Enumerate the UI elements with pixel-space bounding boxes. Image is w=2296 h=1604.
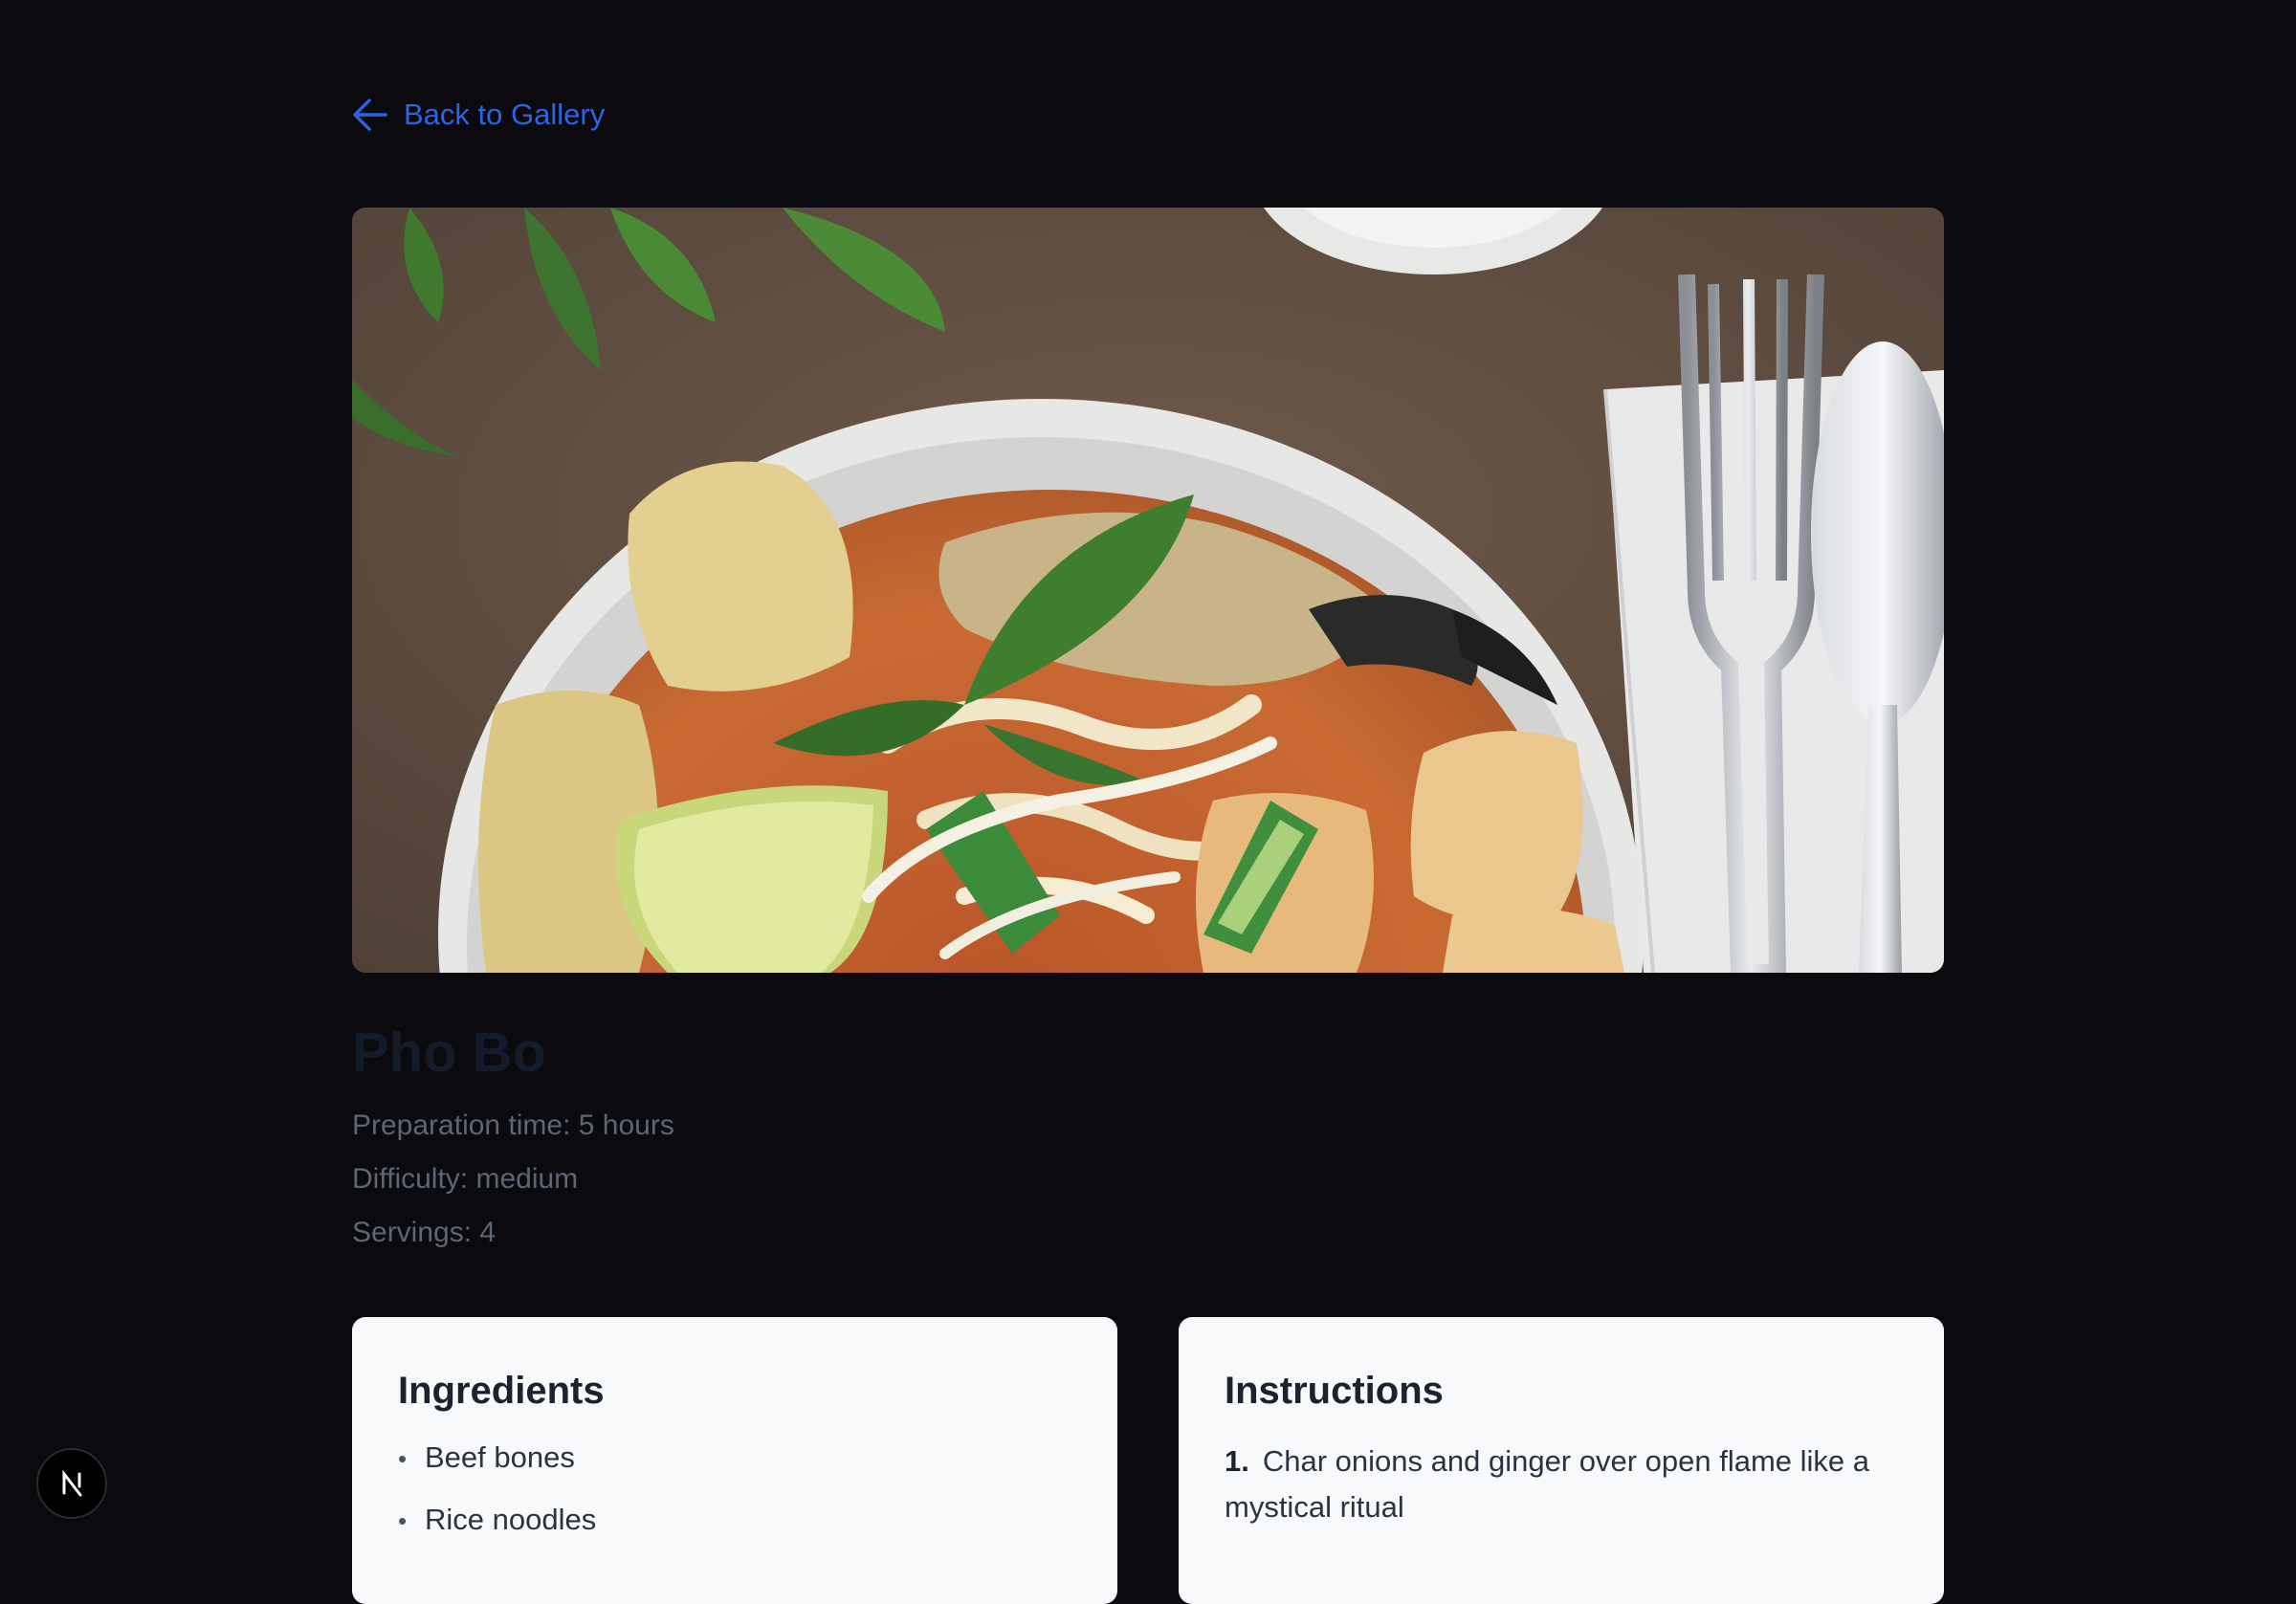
list-item: • Rice noodles (398, 1501, 1071, 1540)
nextjs-devtools-button[interactable] (36, 1448, 107, 1519)
list-item: • Beef bones (398, 1439, 1071, 1478)
servings: Servings: 4 (352, 1217, 497, 1248)
difficulty: Difficulty: medium (352, 1163, 579, 1195)
nextjs-logo-icon (55, 1467, 88, 1500)
back-link-label: Back to Gallery (404, 98, 606, 131)
instruction-step: 1. Char onions and ginger over open flame… (1225, 1439, 1898, 1530)
instructions-card: Instructions 1. Char onions and ginger ov… (1179, 1317, 1944, 1604)
arrow-left-icon (352, 98, 388, 132)
bullet-icon: • (398, 1506, 408, 1535)
ingredients-list: • Beef bones • Rice noodles (398, 1439, 1071, 1540)
step-text: Char onions and ginger over open flame l… (1225, 1444, 1870, 1524)
step-number: 1. (1225, 1444, 1249, 1478)
bullet-icon: • (398, 1444, 408, 1473)
recipe-hero-image (352, 208, 1944, 973)
instructions-heading: Instructions (1225, 1370, 1444, 1412)
ingredient-label: Beef bones (425, 1440, 575, 1474)
preparation-time: Preparation time: 5 hours (352, 1110, 674, 1141)
ingredients-card: Ingredients • Beef bones • Rice noodles (352, 1317, 1117, 1604)
recipe-title: Pho Bo (352, 1022, 546, 1084)
ingredients-heading: Ingredients (398, 1370, 605, 1412)
back-to-gallery-link[interactable]: Back to Gallery (352, 94, 605, 136)
ingredient-label: Rice noodles (425, 1503, 597, 1536)
